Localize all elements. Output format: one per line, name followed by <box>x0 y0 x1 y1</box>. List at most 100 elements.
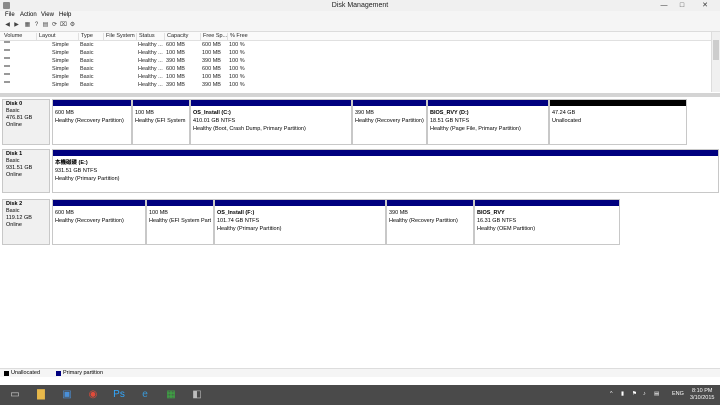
col-percentfree[interactable]: % Free <box>227 33 248 40</box>
col-filesystem[interactable]: File System <box>103 33 135 40</box>
disk-size: 119.12 GB <box>6 215 32 221</box>
col-layout[interactable]: Layout <box>36 33 56 40</box>
language-indicator[interactable]: ENG <box>672 391 684 411</box>
volume-list: Volume Layout Type File System Status Ca… <box>0 32 720 92</box>
menu-help[interactable]: Help <box>59 12 71 18</box>
internet-explorer-icon[interactable]: e <box>134 385 156 405</box>
vol-status: Healthy ... <box>138 66 163 72</box>
disk-status: Online <box>6 172 22 178</box>
battery-icon[interactable]: ▮ <box>621 391 624 397</box>
partition-disk2-f[interactable]: OS_Install (F:) 101.74 GB NTFS Healthy (Pr… <box>214 199 386 245</box>
partition-disk2-recovery-2[interactable]: 390 MB Healthy (Recovery Partition) <box>386 199 474 245</box>
volume-row[interactable]: Simple Basic Healthy ... 600 MB 600 MB 100 % <box>0 41 712 49</box>
volume-list-header: Volume Layout Type File System Status Ca… <box>0 32 712 41</box>
disk-size: 476.81 GB <box>6 115 33 121</box>
volume-row[interactable]: Simple Basic Healthy ... 600 MB 600 MB 100 % <box>0 65 712 73</box>
powershell-icon[interactable]: ▣ <box>56 385 78 405</box>
partition-disk2-bios-rvy[interactable]: BIOS_RVY 16.31 GB NTFS Healthy (OEM Partit… <box>474 199 620 245</box>
settings-icon[interactable]: ⚙ <box>69 22 76 29</box>
vol-status: Healthy ... <box>138 50 163 56</box>
partition-bar <box>133 100 189 106</box>
partition-status: Healthy (EFI System P <box>135 118 187 124</box>
store-icon[interactable]: ▦ <box>160 385 182 405</box>
list-icon[interactable]: ▦ <box>24 22 31 29</box>
partition-disk2-recovery[interactable]: 600 MB Healthy (Recovery Partition) <box>52 199 146 245</box>
vol-percentfree: 100 % <box>229 66 245 72</box>
volume-drive-icon <box>4 65 10 67</box>
partition-disk1-e[interactable]: 本機磁碟 (E:) 931.51 GB NTFS Healthy (Primary … <box>52 149 719 193</box>
col-capacity[interactable]: Capacity <box>164 33 188 40</box>
disk-2-label[interactable]: Disk 2 Basic 119.12 GB Online <box>2 199 50 245</box>
vol-type: Basic <box>80 74 94 80</box>
partition-disk0-c[interactable]: OS_Install (C:) 410.01 GB NTFS Healthy (Bo… <box>190 99 352 145</box>
vol-type: Basic <box>80 82 94 88</box>
volume-icon[interactable]: ♪ <box>643 391 646 397</box>
close-button[interactable]: ✕ <box>692 0 718 11</box>
volume-drive-icon <box>4 73 10 75</box>
file-explorer-icon[interactable]: ▇ <box>30 385 52 405</box>
refresh-icon[interactable]: ⟳ <box>51 22 58 29</box>
help-icon[interactable]: ? <box>33 22 40 29</box>
show-hidden-icons-icon[interactable]: ^ <box>610 391 613 397</box>
maximize-button[interactable]: □ <box>674 0 690 11</box>
disk-status: Online <box>6 222 22 228</box>
col-volume[interactable]: Volume <box>2 33 22 40</box>
vol-type: Basic <box>80 66 94 72</box>
flag-icon[interactable]: ⚑ <box>632 391 637 397</box>
menu-file[interactable]: File <box>5 12 15 18</box>
partition-disk0-efi[interactable]: 100 MB Healthy (EFI System P <box>132 99 190 145</box>
disk-type: Basic <box>6 208 20 214</box>
system-tray: ^ ▮ ⚑ ♪ ▤ <box>610 385 670 405</box>
partition-disk0-d[interactable]: BIOS_RVY (D:) 18.51 GB NTFS Healthy (Page … <box>427 99 549 145</box>
legend-swatch-unallocated <box>4 371 9 376</box>
network-icon[interactable]: ▤ <box>654 391 659 397</box>
col-status[interactable]: Status <box>136 33 155 40</box>
vol-percentfree: 100 % <box>229 82 245 88</box>
forward-icon[interactable]: ▶ <box>13 22 20 29</box>
partition-disk0-unallocated[interactable]: 47.24 GB Unallocated <box>549 99 687 145</box>
menu-bar: File Action View Help <box>0 11 720 20</box>
legend-label-unallocated: Unallocated <box>11 370 41 376</box>
partition-status: Healthy (Page File, Primary Partition) <box>430 126 521 132</box>
menu-view[interactable]: View <box>41 12 54 18</box>
partition-bar <box>353 100 426 106</box>
partition-status: Healthy (OEM Partition) <box>477 226 536 232</box>
vol-freespace: 390 MB <box>202 58 221 64</box>
col-freespace[interactable]: Free Sp... <box>200 33 227 40</box>
volume-row[interactable]: Simple Basic Healthy ... 100 MB 100 MB 100 % <box>0 73 712 81</box>
menu-action[interactable]: Action <box>20 12 37 18</box>
vol-type: Basic <box>80 58 94 64</box>
window-title: Disk Management <box>331 2 389 9</box>
partition-disk0-recovery-2[interactable]: 390 MB Healthy (Recovery Partition) <box>352 99 427 145</box>
vol-capacity: 600 MB <box>166 66 185 72</box>
vol-layout: Simple <box>52 50 69 56</box>
vol-percentfree: 100 % <box>229 74 245 80</box>
volume-drive-icon <box>4 41 10 43</box>
back-icon[interactable]: ◀ <box>4 22 11 29</box>
vol-capacity: 390 MB <box>166 58 185 64</box>
clock[interactable]: 8:10 PM 3/10/2015 <box>690 388 714 408</box>
disk-type: Basic <box>6 158 20 164</box>
desktop-icon[interactable]: ▭ <box>4 385 26 405</box>
partition-status: Healthy (Recovery Partition) <box>355 118 424 124</box>
disk-name: Disk 0 <box>6 101 23 107</box>
volume-row[interactable]: Simple Basic Healthy ... 390 MB 390 MB 100 % <box>0 57 712 65</box>
disk-status: Online <box>6 122 22 128</box>
disk-1-label[interactable]: Disk 1 Basic 931.51 GB Online <box>2 149 50 193</box>
minimize-button[interactable]: — <box>656 0 672 11</box>
scrollbar-thumb[interactable] <box>713 40 719 60</box>
col-type[interactable]: Type <box>78 33 93 40</box>
disk-management-icon[interactable]: ◧ <box>186 385 208 405</box>
partition-bar <box>550 100 686 106</box>
partition-disk2-efi[interactable]: 100 MB Healthy (EFI System Parti <box>146 199 214 245</box>
partition-disk0-recovery[interactable]: 600 MB Healthy (Recovery Partition) <box>52 99 132 145</box>
vol-capacity: 100 MB <box>166 50 185 56</box>
photoshop-icon[interactable]: Ps <box>108 385 130 405</box>
volume-list-scrollbar[interactable] <box>711 32 720 92</box>
connect-icon[interactable]: ⌧ <box>60 22 67 29</box>
volume-row[interactable]: Simple Basic Healthy ... 100 MB 100 MB 100 % <box>0 49 712 57</box>
volume-row[interactable]: Simple Basic Healthy ... 390 MB 390 MB 100 % <box>0 81 712 89</box>
disk-0-label[interactable]: Disk 0 Basic 476.81 GB Online <box>2 99 50 145</box>
properties-icon[interactable]: ▤ <box>42 22 49 29</box>
chrome-icon[interactable]: ◉ <box>82 385 104 405</box>
